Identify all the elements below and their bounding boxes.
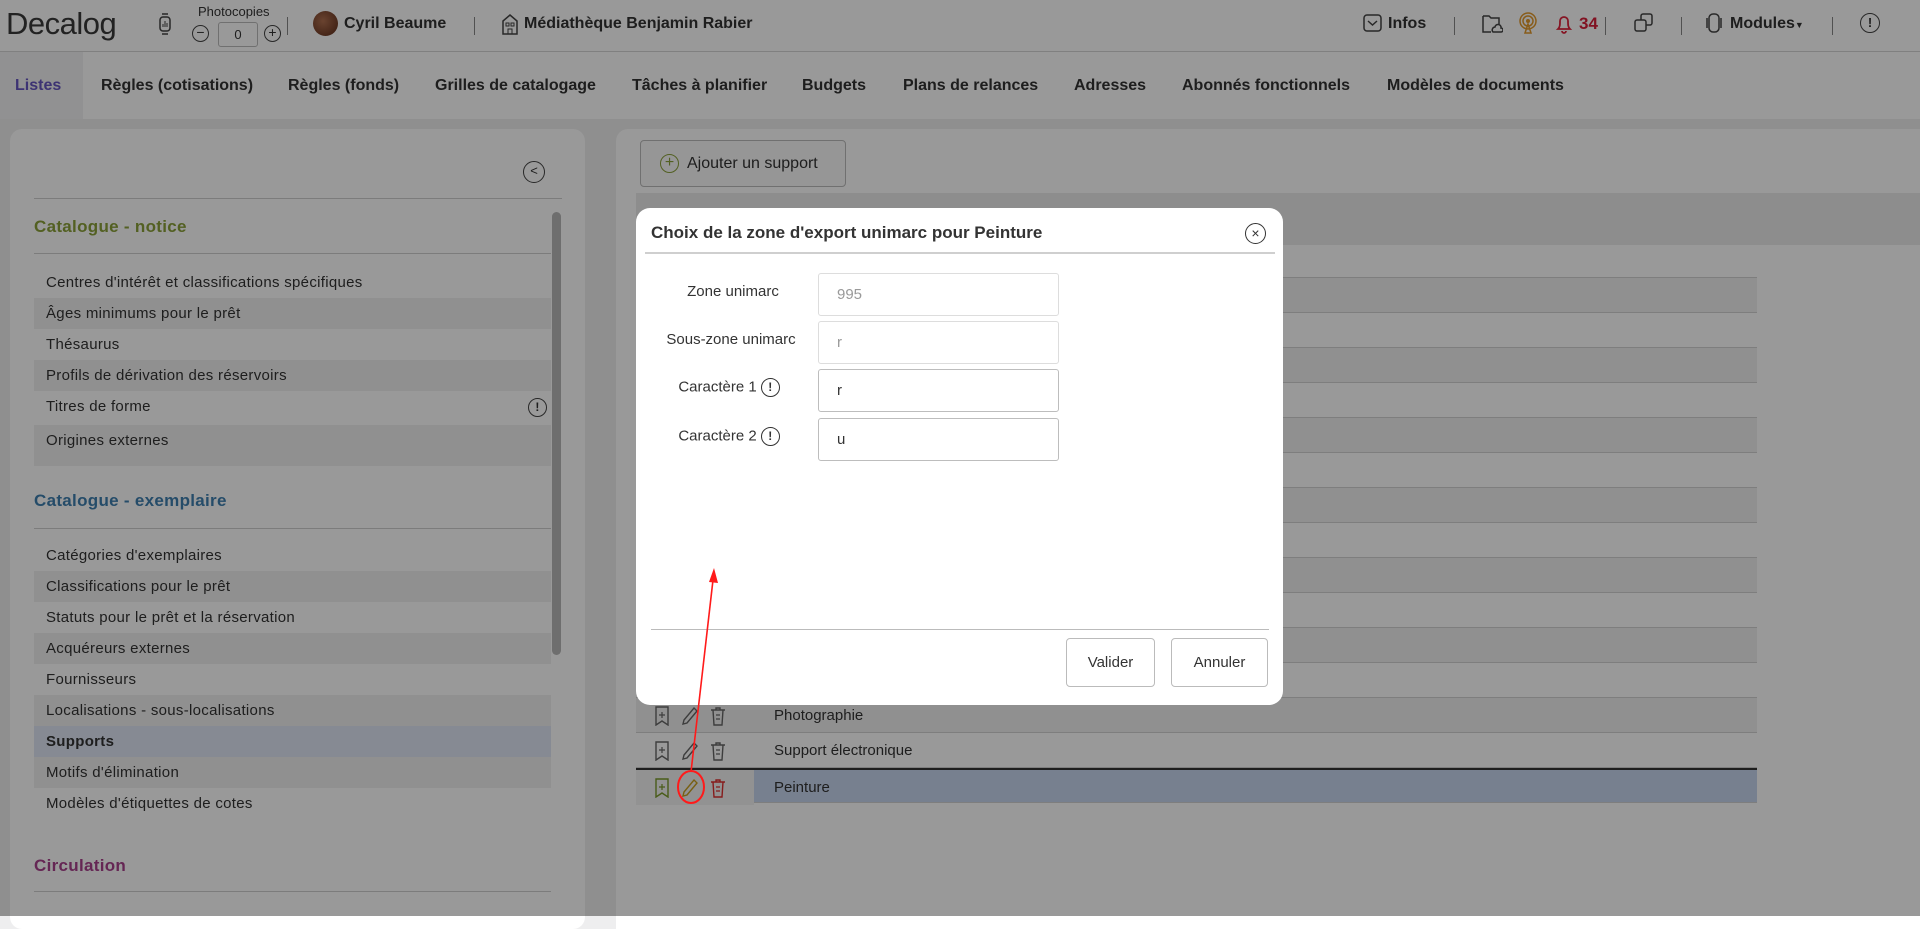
zone-unimarc-input[interactable]: 995 — [818, 273, 1059, 316]
zone-unimarc-label: Zone unimarc — [648, 283, 818, 300]
close-icon[interactable]: × — [1245, 223, 1266, 244]
caractere-1-text: Caractère 1 — [678, 378, 756, 395]
cancel-button[interactable]: Annuler — [1171, 638, 1268, 687]
sous-zone-unimarc-input[interactable]: r — [818, 321, 1059, 364]
caractere-2-input[interactable]: u — [818, 418, 1059, 461]
divider — [645, 252, 1275, 254]
caractere-1-input[interactable]: r — [818, 369, 1059, 412]
unimarc-export-dialog: Choix de la zone d'export unimarc pour P… — [636, 208, 1283, 705]
caractere-2-label: Caractère 2! — [644, 427, 814, 446]
info-icon[interactable]: ! — [761, 427, 780, 446]
caractere-1-label: Caractère 1! — [644, 378, 814, 397]
validate-button[interactable]: Valider — [1066, 638, 1155, 687]
divider — [651, 629, 1269, 630]
caractere-2-text: Caractère 2 — [678, 427, 756, 444]
sous-zone-unimarc-label: Sous-zone unimarc — [646, 331, 816, 348]
dialog-title: Choix de la zone d'export unimarc pour P… — [651, 223, 1042, 243]
info-icon[interactable]: ! — [761, 378, 780, 397]
